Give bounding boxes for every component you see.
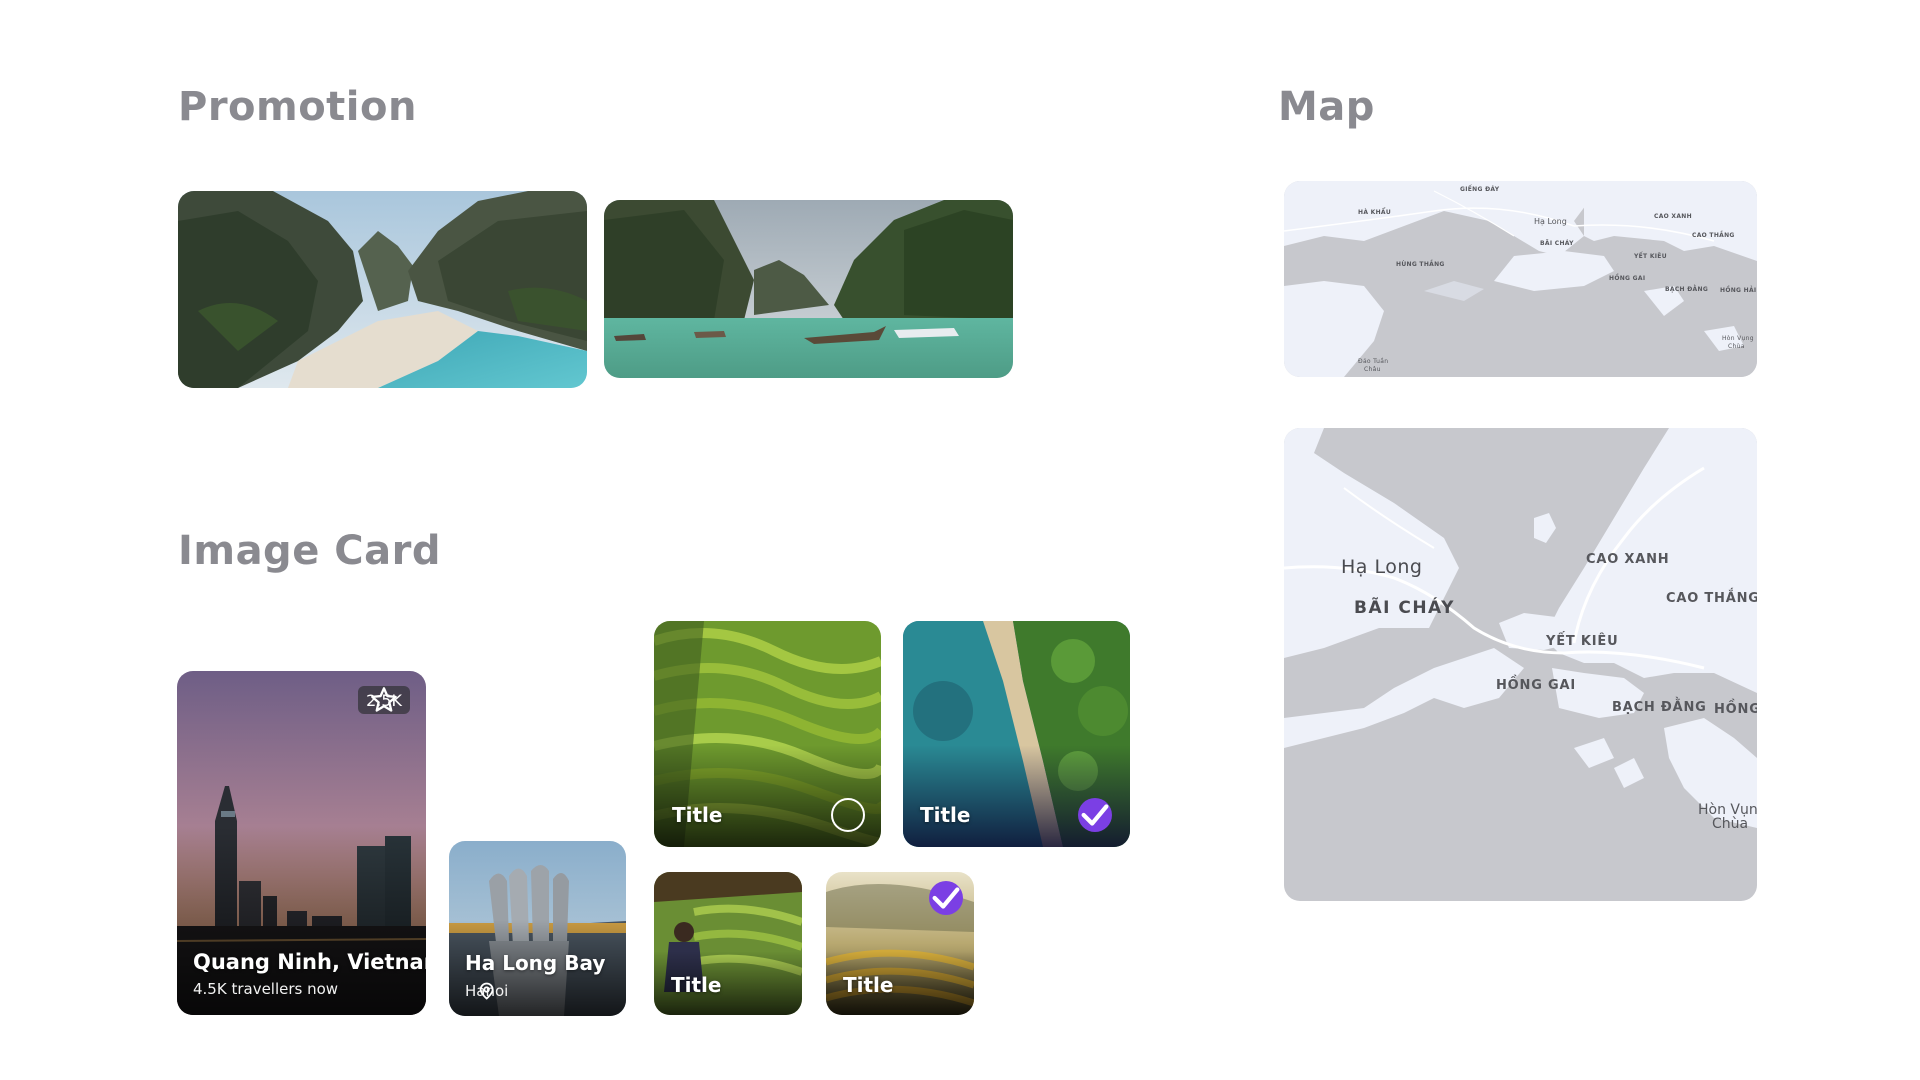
place-card-title: Ha Long Bay	[465, 951, 606, 975]
beach-cliffs-photo	[178, 191, 587, 388]
map-label: YẾT KIÊU	[1546, 634, 1619, 649]
location-pin-icon	[479, 982, 494, 1000]
small-card-misty[interactable]: Title	[826, 872, 974, 1015]
map-large-shapes	[1284, 428, 1757, 828]
map-large[interactable]: Hạ Long BÃI CHÁY CAO XANH CAO THẮNG YẾT …	[1284, 428, 1757, 901]
selected-check[interactable]	[929, 881, 963, 915]
map-label: HỒNG	[1714, 702, 1757, 717]
map-label: Hạ Long	[1534, 217, 1567, 226]
image-card-heading: Image Card	[178, 528, 441, 574]
select-card-terraces[interactable]: Title	[654, 621, 881, 847]
promotion-heading: Promotion	[178, 84, 417, 130]
map-label: YẾT KIÊU	[1634, 253, 1667, 260]
rating-badge: 2.5K	[358, 686, 410, 714]
map-label: GIẾNG ĐÁY	[1460, 186, 1500, 193]
map-heading: Map	[1278, 84, 1375, 130]
map-label: BÃI CHÁY	[1354, 598, 1455, 618]
map-label: Hạ Long	[1341, 556, 1423, 578]
map-label: BẠCH ĐẰNG	[1665, 286, 1709, 293]
check-icon	[1081, 804, 1109, 826]
map-label: CAO THẮNG	[1666, 591, 1757, 606]
promotion-banner-lagoon[interactable]	[604, 200, 1013, 378]
map-small[interactable]: GIẾNG ĐÁY HÀ KHẨU Hạ Long BÃI CHÁY CAO X…	[1284, 181, 1757, 377]
check-icon	[932, 887, 960, 909]
map-label: HỒNG GAI	[1496, 678, 1576, 693]
map-label: Chùa	[1728, 343, 1745, 350]
place-card[interactable]: Ha Long Bay Hanoi	[449, 841, 626, 1016]
map-label: HỒNG GAI	[1609, 275, 1646, 282]
select-card-title: Title	[672, 803, 723, 827]
map-label: CAO XANH	[1586, 552, 1670, 567]
selected-check[interactable]	[1078, 798, 1112, 832]
map-label: HỒNG HẢI	[1720, 287, 1757, 294]
map-label: HÙNG THẮNG	[1396, 261, 1445, 268]
small-card-title: Title	[843, 973, 894, 997]
select-card-title: Title	[920, 803, 971, 827]
select-circle-empty[interactable]	[831, 798, 865, 832]
map-label: Hòn Vụng	[1722, 335, 1754, 342]
map-label: Chùa	[1712, 816, 1749, 832]
map-label: Đảo Tuần	[1358, 358, 1389, 365]
city-card-subtitle: 4.5K travellers now	[193, 980, 339, 998]
small-card-farmer[interactable]: Title	[654, 872, 802, 1015]
city-card-title: Quang Ninh, Vietnam	[193, 950, 426, 974]
map-small-shapes	[1284, 181, 1757, 377]
map-label: CAO THẮNG	[1692, 232, 1735, 239]
small-card-title: Title	[671, 973, 722, 997]
map-label: CAO XANH	[1654, 213, 1692, 220]
map-label: BÃI CHÁY	[1540, 240, 1574, 247]
map-label: HÀ KHẨU	[1358, 209, 1392, 216]
promotion-banner-beach[interactable]	[178, 191, 587, 388]
star-icon	[371, 687, 397, 712]
map-label: BẠCH ĐẰNG	[1612, 700, 1707, 715]
place-card-location: Hanoi	[465, 982, 508, 1000]
select-card-coast[interactable]: Title	[903, 621, 1130, 847]
map-label: Châu	[1364, 366, 1381, 373]
lagoon-boats-photo	[604, 200, 1013, 378]
city-card[interactable]: 2.5K Quang Ninh, Vietnam 4.5K travellers…	[177, 671, 426, 1015]
